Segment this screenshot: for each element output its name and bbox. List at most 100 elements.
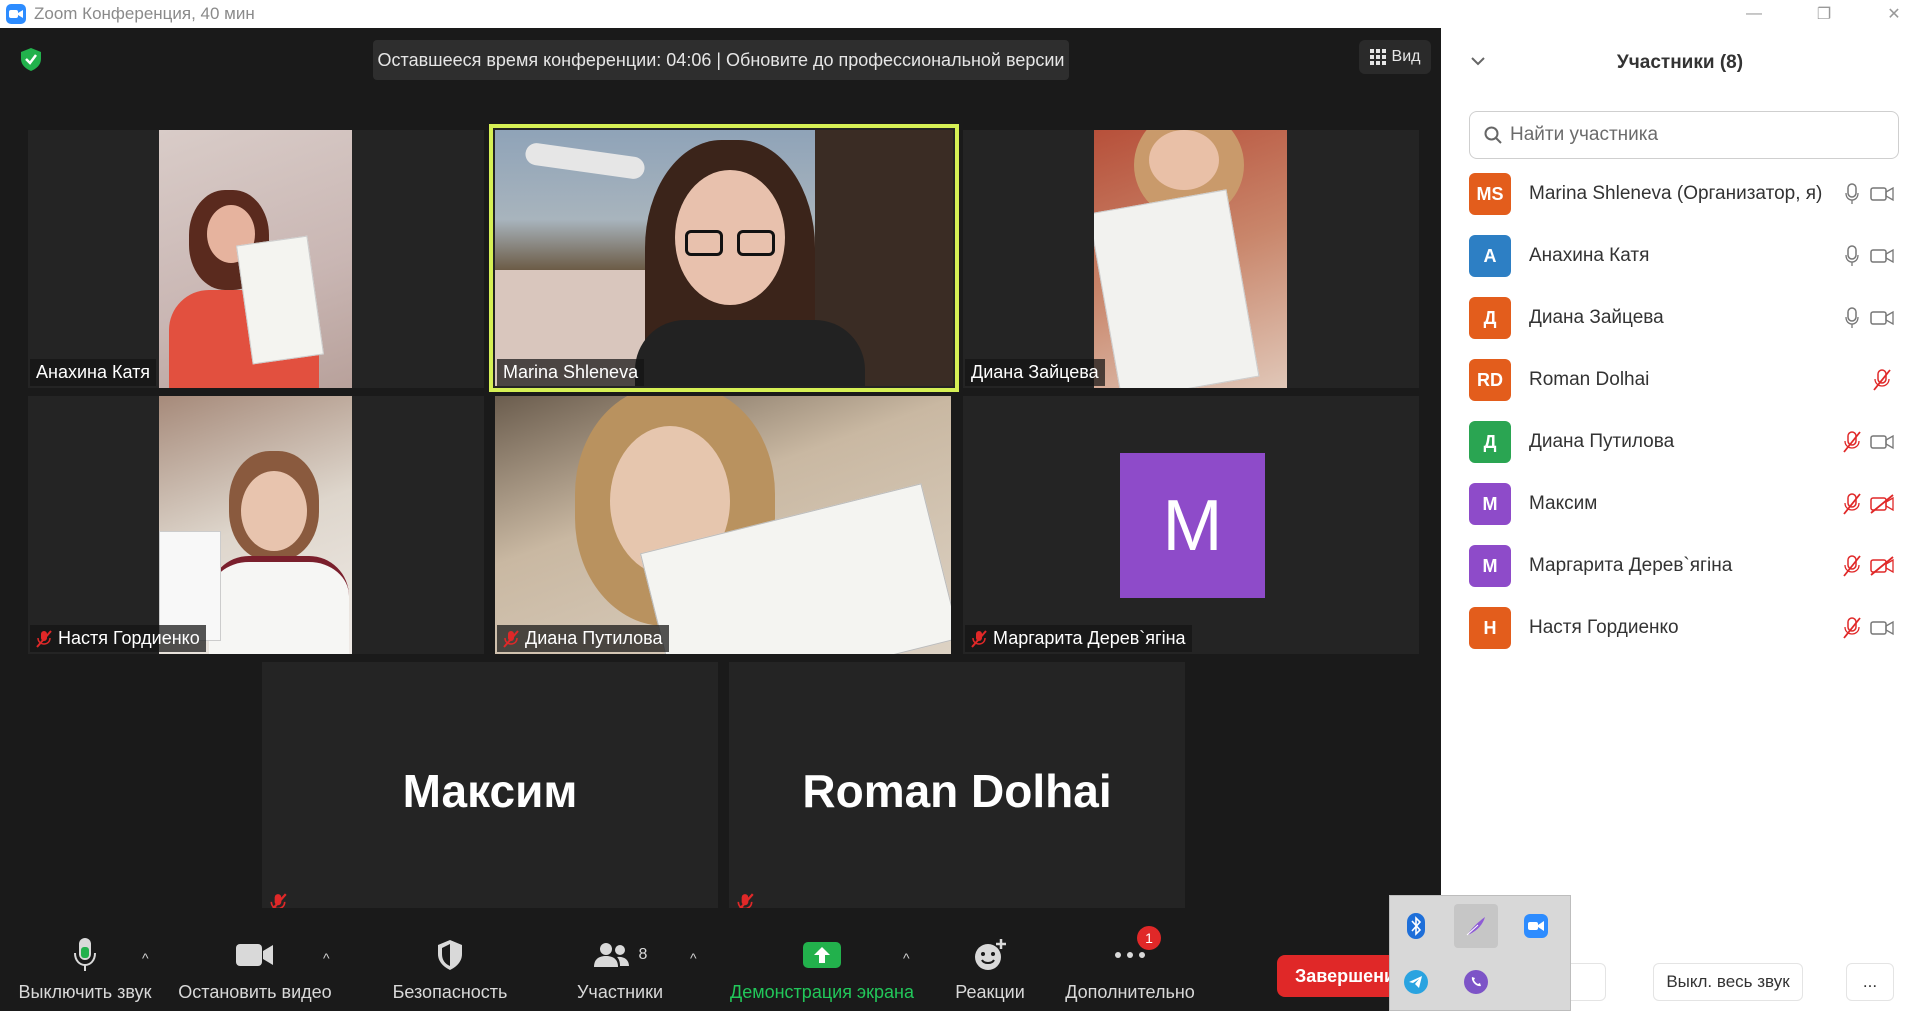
mute-label: Выключить звук [18,982,152,1002]
mute-button[interactable]: Выключить звук [10,908,160,1011]
panel-more-button[interactable]: ... [1846,963,1894,1001]
participant-row[interactable]: Д Диана Зайцева [1469,292,1909,344]
video-tile-marina-active-speaker[interactable]: Marina Shleneva [489,124,959,392]
muted-mic-icon[interactable] [1839,553,1865,579]
participant-search-input[interactable] [1510,124,1870,146]
time-remaining-banner[interactable]: Оставшееся время конференции: 04:06 | Об… [373,40,1069,80]
video-camera-icon[interactable] [1869,181,1895,207]
participants-count: 8 [638,946,648,963]
viber-icon[interactable] [1454,960,1498,1004]
end-meeting-button[interactable]: Завершени [1277,955,1407,997]
muted-mic-icon[interactable] [1839,429,1865,455]
video-camera-icon [235,930,275,980]
muted-mic-icon[interactable] [1839,615,1865,641]
participant-name: Диана Зайцева [1529,307,1664,328]
zoom-icon[interactable] [1514,904,1558,948]
more-button[interactable]: 1 Дополнительно [1060,908,1200,1011]
participant-avatar: MS [1469,173,1511,215]
participants-panel: Участники (8) MS Marina Shleneva (Организ… [1441,28,1919,1011]
view-button[interactable]: Вид [1359,40,1431,74]
video-off-icon[interactable] [1869,491,1895,517]
participants-icon: 8 [593,930,648,980]
share-screen-label: Демонстрация экрана [730,982,914,1002]
meeting-area: Оставшееся время конференции: 04:06 | Об… [0,28,1441,1011]
tile-big-name: Roman Dolhai [802,765,1112,817]
participant-name: Анахина Катя [1529,245,1650,266]
microphone-icon [72,930,98,980]
video-tile-maksim[interactable]: Максим [262,662,718,920]
participant-avatar: М [1469,483,1511,525]
more-dots-icon: 1 [1113,926,1161,980]
microphone-icon[interactable] [1839,243,1865,269]
view-label: Вид [1391,48,1421,65]
participant-avatar: А [1469,235,1511,277]
participant-row[interactable]: М Максим [1469,478,1909,530]
video-tile-roman-dolhai[interactable]: Roman Dolhai [729,662,1185,920]
reactions-button[interactable]: Реакции [940,908,1040,1011]
zoom-app-icon [6,4,26,24]
muted-mic-icon[interactable] [1869,367,1895,393]
video-tile-putilova[interactable]: Диана Путилова [495,396,951,654]
tile-name-label: Анахина Катя [30,359,157,386]
share-screen-button[interactable]: Демонстрация экрана [722,908,922,1011]
participant-name: Диана Путилова [1529,431,1675,452]
participant-avatar: Д [1469,297,1511,339]
participant-name: Marina Shleneva (Организатор, я) [1529,183,1823,204]
participant-name: Маргарита Дерев`ягіна [1529,555,1733,576]
audio-options-caret-icon[interactable]: ^ [142,950,149,966]
title-bar: Zoom Конференция, 40 мин — ❐ ✕ [0,0,1919,28]
participant-row[interactable]: А Анахина Катя [1469,230,1909,282]
participant-name: Максим [1529,493,1598,514]
participant-search-box[interactable] [1469,111,1899,159]
tile-name-label: Настя Гордиенко [30,625,206,652]
participants-button[interactable]: 8 Участники [555,908,685,1011]
tile-name-label: Маргарита Дерев`ягіна [965,625,1192,652]
security-button[interactable]: Безопасность [380,908,520,1011]
video-camera-icon[interactable] [1869,429,1895,455]
participants-options-caret-icon[interactable]: ^ [690,950,697,966]
minimize-button[interactable]: — [1726,0,1782,28]
notification-badge: 1 [1137,926,1161,950]
participant-row[interactable]: М Маргарита Дерев`ягіна [1469,540,1909,592]
stop-video-label: Остановить видео [178,982,332,1002]
participants-panel-title: Участники (8) [1616,52,1744,73]
participant-avatar: М [1469,545,1511,587]
video-options-caret-icon[interactable]: ^ [323,950,330,966]
search-icon [1484,126,1502,144]
mute-all-button[interactable]: Выкл. весь звук [1653,963,1803,1001]
video-tile-zaytseva[interactable]: Диана Зайцева [963,130,1419,388]
reactions-label: Реакции [955,982,1025,1002]
video-camera-icon[interactable] [1869,305,1895,331]
grid-icon [1369,49,1386,65]
participant-row[interactable]: Н Настя Гордиенко [1469,602,1909,654]
share-options-caret-icon[interactable]: ^ [903,950,910,966]
microphone-icon[interactable] [1839,181,1865,207]
participant-row[interactable]: Д Диана Путилова [1469,416,1909,468]
participant-avatar: M [1120,453,1265,598]
participant-video [495,130,953,386]
video-camera-icon[interactable] [1869,615,1895,641]
video-tile-derevyagina[interactable]: M Маргарита Дерев`ягіна [963,396,1419,654]
close-button[interactable]: ✕ [1866,0,1919,28]
meeting-toolbar: Выключить звук ^ Остановить видео ^ Безо… [0,908,1441,1011]
participant-video [159,130,352,388]
video-tile-anakhina[interactable]: Анахина Катя [28,130,484,388]
video-off-icon[interactable] [1869,553,1895,579]
participant-row[interactable]: RD Roman Dolhai [1469,354,1909,406]
participant-video [495,396,951,654]
more-label: Дополнительно [1065,982,1195,1002]
share-screen-icon [802,930,842,980]
telegram-icon[interactable] [1394,960,1438,1004]
bluetooth-icon[interactable] [1394,904,1438,948]
stop-video-button[interactable]: Остановить видео [175,908,335,1011]
encryption-shield-icon[interactable] [18,46,44,72]
feather-icon[interactable] [1454,904,1498,948]
tile-name-label: Marina Shleneva [497,359,645,386]
security-label: Безопасность [392,982,508,1002]
restore-button[interactable]: ❐ [1796,0,1852,28]
video-camera-icon[interactable] [1869,243,1895,269]
video-tile-gordienko[interactable]: Настя Гордиенко [28,396,484,654]
participant-row[interactable]: MS Marina Shleneva (Организатор, я) [1469,168,1909,220]
microphone-icon[interactable] [1839,305,1865,331]
muted-mic-icon[interactable] [1839,491,1865,517]
